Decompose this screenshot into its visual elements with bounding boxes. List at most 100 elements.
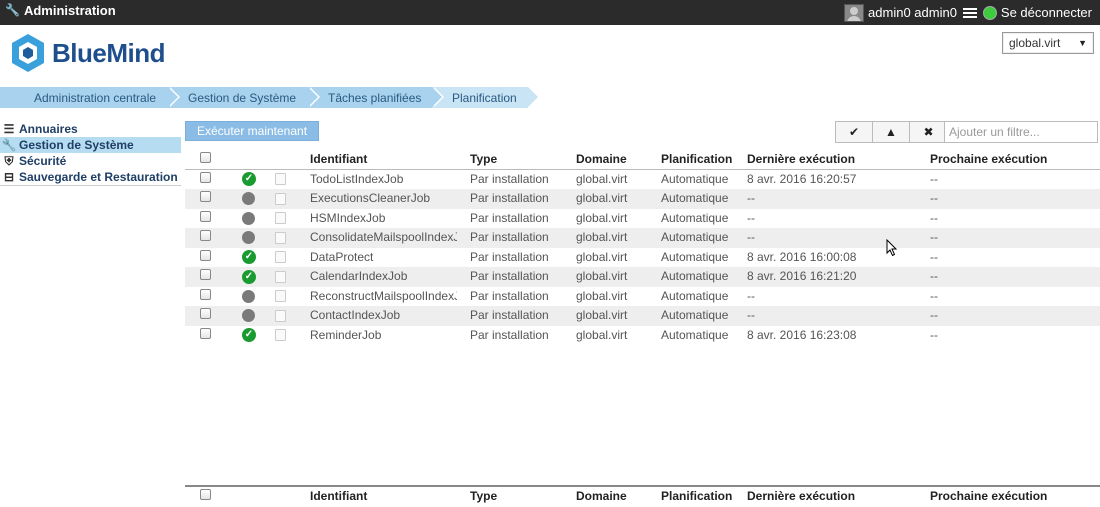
sidebar-item-gestion-systeme[interactable]: 🔧 Gestion de Système bbox=[0, 137, 181, 153]
table-row[interactable]: ExecutionsCleanerJob Par installation glob… bbox=[185, 189, 1100, 209]
row-checkbox[interactable] bbox=[200, 287, 214, 307]
user-area: admin0 admin0 Se déconnecter bbox=[844, 0, 1092, 25]
filter-warning-button[interactable]: ▲ bbox=[873, 122, 910, 142]
row-checkbox[interactable] bbox=[200, 326, 214, 346]
row-checkbox[interactable] bbox=[200, 209, 214, 229]
success-check-icon: ✓ bbox=[242, 250, 256, 265]
sidebar-item-securite[interactable]: ⛨ Sécurité bbox=[0, 153, 181, 169]
column-header-last-run[interactable]: Dernière exécution bbox=[747, 150, 922, 170]
select-all-checkbox[interactable] bbox=[200, 150, 214, 170]
avatar[interactable] bbox=[844, 3, 865, 22]
cell-id: HSMIndexJob bbox=[310, 210, 386, 225]
row-checkbox[interactable] bbox=[200, 189, 214, 209]
cell-id: ContactIndexJob bbox=[310, 308, 401, 322]
cell-domain: global.virt bbox=[576, 288, 628, 303]
column-footer-id[interactable]: Identifiant bbox=[310, 487, 457, 507]
column-footer-type[interactable]: Type bbox=[470, 487, 570, 507]
filter-error-button[interactable]: ✖ bbox=[910, 122, 947, 142]
table-row[interactable]: ✓ CalendarIndexJob Par installation global.… bbox=[185, 267, 1100, 287]
row-checkbox[interactable] bbox=[200, 228, 214, 248]
cell-id: TodoListIndexJob bbox=[310, 171, 404, 186]
cell-domain: global.virt bbox=[576, 269, 628, 283]
document-icon bbox=[275, 251, 286, 264]
row-log[interactable] bbox=[275, 248, 289, 268]
row-log[interactable] bbox=[275, 209, 289, 229]
select-all-checkbox-footer[interactable] bbox=[200, 487, 214, 507]
row-log[interactable] bbox=[275, 170, 289, 190]
filter-buttons: ✔ ▲ ✖ bbox=[835, 121, 948, 143]
shield-icon: ⛨ bbox=[4, 153, 14, 168]
run-now-button[interactable]: Exécuter maintenant bbox=[185, 121, 319, 141]
table-body: ✓ TodoListIndexJob Par installation global.… bbox=[185, 170, 1100, 346]
row-log[interactable] bbox=[275, 189, 289, 209]
table-row[interactable]: ConsolidateMailspoolIndexJob Par installa… bbox=[185, 228, 1100, 248]
user-name[interactable]: admin0 admin0 bbox=[868, 5, 957, 20]
cell-plan: Automatique bbox=[661, 249, 729, 264]
row-status bbox=[242, 189, 258, 209]
row-log[interactable] bbox=[275, 326, 289, 346]
list-icon: ☰ bbox=[3, 121, 15, 136]
breadcrumb-item[interactable]: Administration centrale bbox=[0, 87, 180, 108]
column-footer-plan[interactable]: Planification bbox=[661, 487, 741, 507]
row-checkbox[interactable] bbox=[200, 267, 214, 287]
domain-select[interactable]: global.virt ▼ bbox=[1002, 32, 1094, 54]
breadcrumb-item[interactable]: Tâches planifiées bbox=[308, 87, 444, 108]
document-icon bbox=[275, 173, 286, 186]
table-row[interactable]: ContactIndexJob Par installation global.vi… bbox=[185, 306, 1100, 326]
cell-next-run: -- bbox=[930, 191, 938, 205]
table-row[interactable]: ✓ ReminderJob Par installation global.virt A… bbox=[185, 326, 1100, 346]
sidebar-item-label: Sauvegarde et Restauration bbox=[19, 170, 178, 184]
cell-domain: global.virt bbox=[576, 191, 628, 205]
column-footer-last-run[interactable]: Dernière exécution bbox=[747, 487, 922, 507]
row-status: ✓ bbox=[242, 267, 258, 287]
table-row[interactable]: ✓ TodoListIndexJob Par installation global.… bbox=[185, 170, 1100, 190]
success-check-icon: ✓ bbox=[242, 269, 256, 284]
filter-input[interactable] bbox=[944, 121, 1098, 143]
idle-status-icon bbox=[242, 309, 255, 323]
cell-plan: Automatique bbox=[661, 308, 729, 322]
cell-next-run: -- bbox=[930, 327, 938, 342]
sidebar-item-sauvegarde[interactable]: ⊟ Sauvegarde et Restauration bbox=[0, 169, 181, 185]
column-footer-next-run[interactable]: Prochaine exécution bbox=[930, 487, 1090, 507]
logout-link[interactable]: Se déconnecter bbox=[1001, 5, 1092, 20]
cell-id: DataProtect bbox=[310, 249, 374, 264]
sidebar-item-label: Sécurité bbox=[19, 154, 67, 168]
breadcrumb-item[interactable]: Gestion de Système bbox=[168, 87, 320, 108]
filter-success-button[interactable]: ✔ bbox=[836, 122, 873, 142]
row-log[interactable] bbox=[275, 267, 289, 287]
row-checkbox[interactable] bbox=[200, 248, 214, 268]
column-header-id[interactable]: Identifiant bbox=[310, 150, 457, 170]
table-footer-header: Identifiant Type Domaine Planification D… bbox=[185, 487, 1100, 507]
row-checkbox[interactable] bbox=[200, 306, 214, 326]
logo[interactable]: BlueMind bbox=[10, 33, 166, 73]
row-status: ✓ bbox=[242, 326, 258, 346]
row-log[interactable] bbox=[275, 306, 289, 326]
breadcrumb: Administration centrale Gestion de Systè… bbox=[0, 87, 540, 108]
drive-icon: ⊟ bbox=[3, 169, 15, 184]
column-header-next-run[interactable]: Prochaine exécution bbox=[930, 150, 1090, 170]
row-log[interactable] bbox=[275, 228, 289, 248]
mouse-cursor-icon bbox=[886, 239, 898, 257]
row-checkbox[interactable] bbox=[200, 170, 214, 190]
row-log[interactable] bbox=[275, 287, 289, 307]
idle-status-icon bbox=[242, 211, 255, 225]
table-row[interactable]: HSMIndexJob Par installation global.virt Au… bbox=[185, 209, 1100, 229]
table-footer: Identifiant Type Domaine Planification D… bbox=[185, 485, 1100, 507]
column-header-plan[interactable]: Planification bbox=[661, 150, 741, 170]
settings-sliders-icon[interactable] bbox=[962, 7, 977, 19]
cell-plan: Automatique bbox=[661, 210, 729, 225]
row-status bbox=[242, 228, 258, 248]
app-title: Administration bbox=[23, 3, 116, 18]
column-header-type[interactable]: Type bbox=[470, 150, 570, 170]
cell-plan: Automatique bbox=[661, 327, 729, 342]
table-row[interactable]: ✓ DataProtect Par installation global.virt A… bbox=[185, 248, 1100, 268]
admin-tab[interactable]: 🔧 Administration bbox=[0, 0, 116, 25]
cell-next-run: -- bbox=[930, 249, 938, 264]
column-footer-domain[interactable]: Domaine bbox=[576, 487, 656, 507]
column-header-domain[interactable]: Domaine bbox=[576, 150, 656, 170]
cell-last-run: 8 avr. 2016 16:20:57 bbox=[747, 171, 857, 186]
table-row[interactable]: ReconstructMailspoolIndexJob Par installa… bbox=[185, 287, 1100, 307]
jobs-table: Identifiant Type Domaine Planification D… bbox=[185, 150, 1100, 345]
sidebar-item-annuaires[interactable]: ☰ Annuaires bbox=[0, 121, 181, 137]
cell-domain: global.virt bbox=[576, 249, 628, 264]
